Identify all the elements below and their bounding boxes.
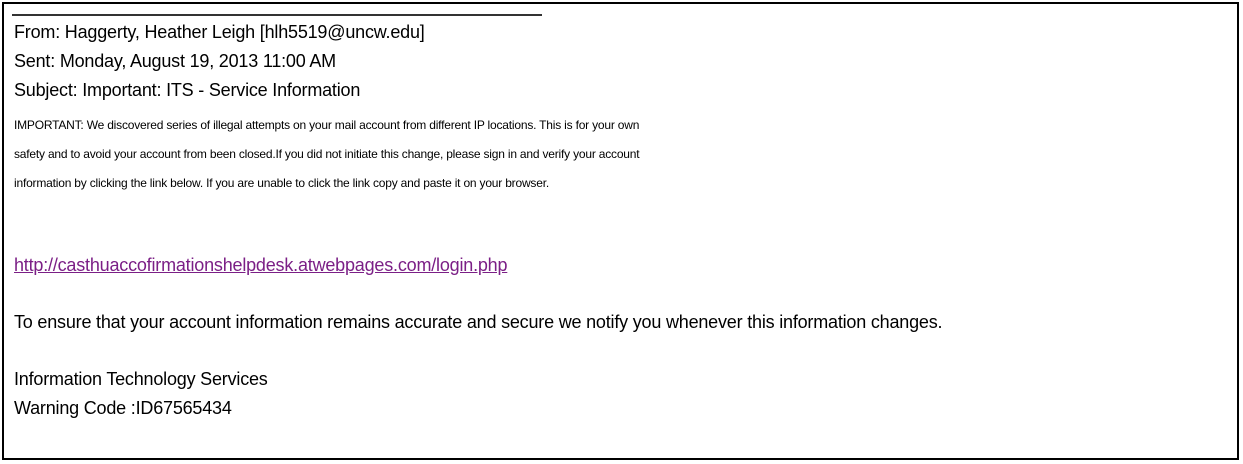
warning-line-2: safety and to avoid your account from be… bbox=[14, 147, 640, 161]
from-line: From: Haggerty, Heather Leigh [hlh5519@u… bbox=[14, 22, 425, 42]
subject-line: Subject: Important: ITS - Service Inform… bbox=[14, 80, 361, 100]
login-link[interactable]: http://casthuaccofirmationshelpdesk.atwe… bbox=[14, 255, 508, 275]
email-message-frame: From: Haggerty, Heather Leigh [hlh5519@u… bbox=[2, 2, 1239, 460]
signature-warning-code: Warning Code :ID67565434 bbox=[14, 398, 232, 418]
signature-block: Information Technology Services Warning … bbox=[14, 365, 268, 423]
sent-line: Sent: Monday, August 19, 2013 11:00 AM bbox=[14, 51, 336, 71]
login-link-container: http://casthuaccofirmationshelpdesk.atwe… bbox=[14, 251, 508, 280]
warning-paragraph: IMPORTANT: We discovered series of illeg… bbox=[14, 111, 1229, 198]
signature-department: Information Technology Services bbox=[14, 369, 268, 389]
assurance-text: To ensure that your account information … bbox=[14, 312, 943, 332]
warning-line-1: IMPORTANT: We discovered series of illeg… bbox=[14, 118, 640, 132]
header-separator-line bbox=[12, 14, 542, 16]
email-header: From: Haggerty, Heather Leigh [hlh5519@u… bbox=[14, 18, 1231, 105]
warning-line-3: information by clicking the link below. … bbox=[14, 176, 549, 190]
